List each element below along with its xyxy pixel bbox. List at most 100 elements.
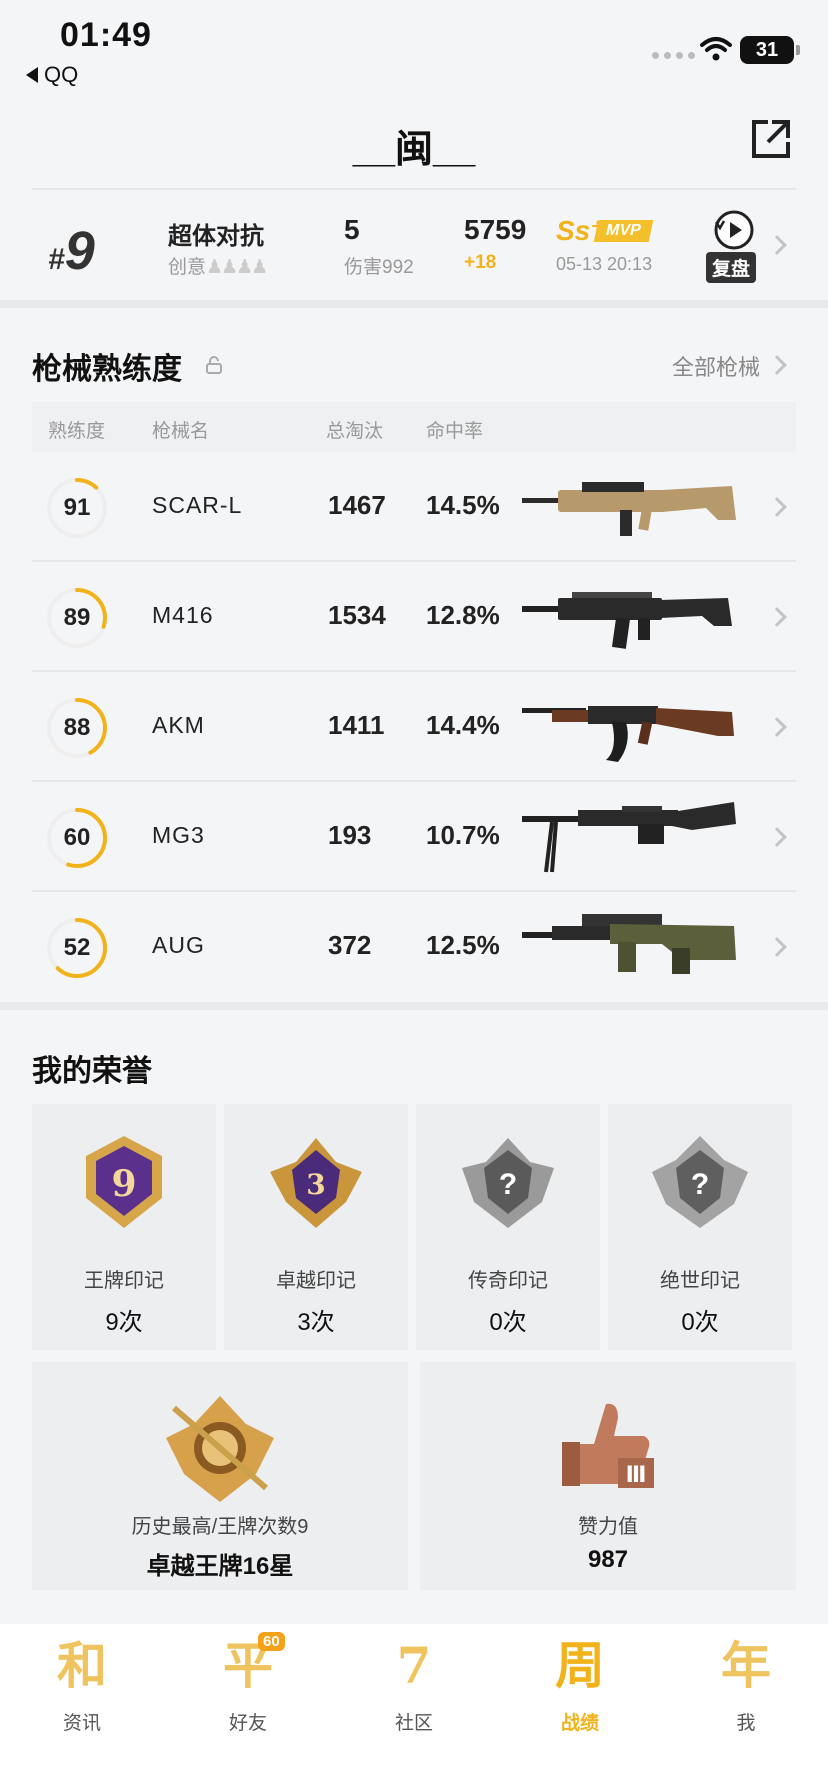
- signal-icon: [652, 52, 695, 59]
- replay-icon[interactable]: [712, 208, 756, 252]
- weapon-name: SCAR-L: [152, 492, 243, 518]
- share-icon[interactable]: [750, 118, 792, 160]
- honor-card-ace[interactable]: 9 王牌印记 9次: [32, 1104, 216, 1350]
- legend-badge-locked-icon: ?: [462, 1138, 554, 1228]
- tab-me[interactable]: 年 我: [686, 1638, 806, 1748]
- aug-rifle-icon: [522, 914, 736, 974]
- weapons-section-title: 枪械熟练度: [32, 353, 182, 386]
- mvp-badge: MVP: [593, 220, 654, 242]
- honor-count: 9次: [105, 1309, 143, 1336]
- mastery-value: 91: [63, 494, 91, 521]
- match-mode: 超体对抗: [168, 223, 264, 250]
- likes-label: 赞力值: [578, 1516, 638, 1538]
- weapon-name: AUG: [152, 932, 205, 958]
- honor-name: 传奇印记: [468, 1270, 548, 1292]
- tab-community[interactable]: 7 社区: [354, 1638, 474, 1748]
- honor-count: 0次: [681, 1309, 719, 1336]
- weapon-row[interactable]: 91 SCAR-L 1467 14.5%: [32, 452, 796, 562]
- team-members-icon: ♟♟♟♟: [206, 257, 268, 278]
- match-score: 5759: [464, 214, 527, 245]
- section-separator: [0, 300, 828, 308]
- wifi-icon: [700, 37, 732, 61]
- honor-name: 卓越印记: [276, 1270, 356, 1292]
- likes-value: 987: [587, 1546, 629, 1573]
- honor-card-supreme[interactable]: ? 绝世印记 0次: [608, 1104, 792, 1350]
- weapon-accuracy: 12.5%: [426, 930, 500, 960]
- svg-text:?: ?: [499, 1168, 517, 1201]
- back-to-app-link[interactable]: QQ: [26, 62, 78, 88]
- match-score-delta: +18: [464, 252, 497, 273]
- weapon-kills: 193: [328, 820, 372, 850]
- header-kills: 总淘汰: [326, 421, 384, 442]
- peak-rank-badge-icon: [166, 1396, 274, 1502]
- weapon-kills: 1467: [328, 490, 386, 520]
- tab-label: 战绩: [560, 1713, 599, 1734]
- svg-text:9: 9: [111, 1163, 136, 1205]
- peak-rank-card[interactable]: 历史最高/王牌次数9 卓越王牌16星: [32, 1362, 408, 1590]
- honor-count: 0次: [489, 1309, 527, 1336]
- recent-match-row[interactable]: #9 超体对抗 创意♟♟♟♟ 5 伤害992 5759 +18 Ss⁺ MVP …: [0, 190, 828, 300]
- tab-friends[interactable]: 平 60 好友: [188, 1632, 308, 1748]
- honor-name: 王牌印记: [84, 1270, 164, 1292]
- honors-section-title: 我的荣誉: [32, 1055, 152, 1088]
- weapon-row[interactable]: 89 M416 1534 12.8%: [32, 562, 796, 672]
- match-damage: 伤害992: [344, 257, 414, 278]
- weapon-accuracy: 14.4%: [426, 710, 500, 740]
- match-rank: #9: [48, 221, 95, 281]
- section-separator: [0, 1002, 828, 1010]
- tab-label: 好友: [228, 1713, 267, 1734]
- tab-records[interactable]: 周 战绩: [520, 1638, 640, 1748]
- weapon-accuracy: 10.7%: [426, 820, 500, 850]
- weapons-table-header: 熟练度 枪械名 总淘汰 命中率: [32, 402, 796, 452]
- header-mastery: 熟练度: [48, 421, 106, 442]
- tab-news[interactable]: 和 资讯: [22, 1638, 142, 1748]
- back-app-label: QQ: [44, 62, 79, 87]
- chevron-right-icon: [767, 497, 787, 517]
- weapon-row[interactable]: 88 AKM 1411 14.4%: [32, 672, 796, 782]
- svg-text:3: 3: [306, 1168, 325, 1201]
- m416-rifle-icon: [522, 592, 732, 649]
- news-tab-icon: 和: [57, 1636, 107, 1695]
- records-tab-icon: 周: [555, 1636, 605, 1695]
- weapon-row[interactable]: 60 MG3 193 10.7%: [32, 782, 796, 892]
- peak-rank-label: 历史最高/王牌次数9: [131, 1516, 309, 1538]
- back-triangle-icon: [26, 67, 38, 83]
- weapon-accuracy: 14.5%: [426, 490, 500, 520]
- mastery-value: 52: [63, 934, 91, 961]
- chevron-right-icon: [767, 937, 787, 957]
- chevron-right-icon: [767, 235, 787, 255]
- me-tab-icon: 年: [721, 1636, 771, 1695]
- replay-button[interactable]: 复盘: [706, 252, 757, 283]
- weapon-row[interactable]: 52 AUG 372 12.5%: [32, 892, 796, 1002]
- weapon-name: AKM: [152, 712, 205, 738]
- akm-rifle-icon: [522, 706, 734, 762]
- honor-card-conqueror[interactable]: 3 卓越印记 3次: [224, 1104, 408, 1350]
- tab-label: 社区: [394, 1713, 433, 1734]
- match-mode-sub: 创意♟♟♟♟: [168, 257, 268, 278]
- header-weapon-name: 枪械名: [152, 421, 210, 442]
- likes-card[interactable]: Ⅲ 赞力值 987: [420, 1362, 796, 1590]
- mastery-value: 60: [63, 824, 91, 851]
- mastery-value: 89: [63, 604, 91, 631]
- tab-label: 资讯: [62, 1713, 101, 1734]
- all-weapons-link[interactable]: 全部枪械: [672, 350, 760, 382]
- lock-icon: [206, 356, 222, 374]
- match-time: 05-13 20:13: [556, 254, 653, 274]
- weapon-accuracy: 12.8%: [426, 600, 500, 630]
- honor-card-legend[interactable]: ? 传奇印记 0次: [416, 1104, 600, 1350]
- honor-count: 3次: [297, 1309, 335, 1336]
- bottom-tab-bar: 和 资讯 平 60 好友 7 社区 周 战绩 年 我: [0, 1624, 828, 1792]
- chevron-right-icon: [767, 607, 787, 627]
- weapon-name: MG3: [152, 822, 205, 848]
- svg-text:Ⅲ: Ⅲ: [626, 1462, 647, 1487]
- svg-text:?: ?: [691, 1168, 709, 1201]
- page-title: __闽__: [352, 129, 476, 171]
- ace-badge-icon: 9: [86, 1136, 162, 1228]
- supreme-badge-locked-icon: ?: [652, 1136, 748, 1228]
- header-accuracy: 命中率: [426, 421, 484, 442]
- weapon-kills: 372: [328, 930, 372, 960]
- peak-rank-value: 卓越王牌16星: [146, 1553, 294, 1580]
- match-kills: 5: [344, 214, 360, 245]
- mg3-machine-gun-icon: [522, 802, 736, 873]
- chevron-right-icon: [767, 717, 787, 737]
